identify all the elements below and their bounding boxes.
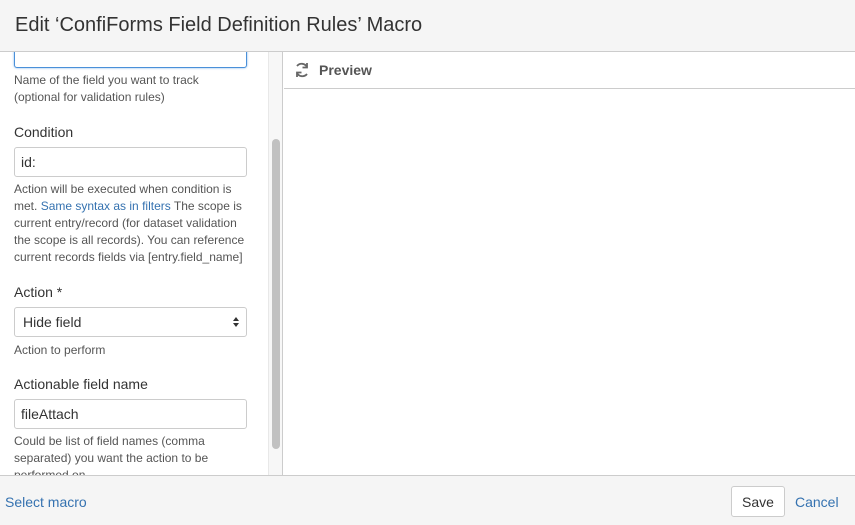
scrollbar-thumb[interactable] bbox=[272, 139, 280, 449]
condition-help-line3: current entry/record (for dataset valida… bbox=[14, 216, 237, 230]
condition-help-line4: the scope is all records). You can refer… bbox=[14, 233, 245, 247]
refresh-icon[interactable] bbox=[294, 62, 310, 78]
action-selected-value: Hide field bbox=[23, 314, 82, 330]
action-label: Action * bbox=[14, 284, 63, 300]
actionable-field-help: Could be list of field names (comma sepa… bbox=[14, 433, 254, 475]
condition-help-line5: current records fields via [entry.field_… bbox=[14, 250, 243, 264]
dialog-title: Edit ‘ConfiForms Field Definition Rules’… bbox=[15, 14, 423, 36]
condition-help-prefix: met. bbox=[14, 199, 38, 213]
condition-help-line1: Action will be executed when condition i… bbox=[14, 182, 232, 196]
select-macro-link[interactable]: Select macro bbox=[5, 494, 87, 510]
same-syntax-link[interactable]: Same syntax as in filters bbox=[41, 199, 171, 213]
condition-help: Action will be executed when condition i… bbox=[14, 181, 254, 266]
condition-input[interactable]: id: bbox=[14, 147, 247, 177]
condition-help-suffix: The scope is bbox=[173, 199, 242, 213]
cancel-link[interactable]: Cancel bbox=[795, 494, 839, 510]
condition-help-line2: met. Same syntax as in filters The scope… bbox=[14, 198, 254, 215]
save-button[interactable]: Save bbox=[731, 486, 785, 517]
field-name-help: Name of the field you want to track (opt… bbox=[14, 72, 254, 106]
macro-parameters-panel: Name of the field you want to track (opt… bbox=[0, 52, 283, 475]
preview-bar[interactable]: Preview bbox=[284, 52, 855, 89]
field-name-help-line2: (optional for validation rules) bbox=[14, 90, 165, 104]
preview-panel: Preview bbox=[284, 52, 855, 475]
select-arrows-icon bbox=[233, 317, 239, 327]
actionable-field-help-line2: separated) you want the action to be bbox=[14, 451, 209, 465]
parameters-scroll-area: Name of the field you want to track (opt… bbox=[0, 52, 268, 475]
dialog-header: Edit ‘ConfiForms Field Definition Rules’… bbox=[0, 0, 855, 52]
dialog-footer: Select macro Save Cancel bbox=[0, 475, 855, 525]
action-help: Action to perform bbox=[14, 343, 106, 357]
preview-label: Preview bbox=[319, 62, 372, 78]
actionable-field-help-line1: Could be list of field names (comma bbox=[14, 434, 205, 448]
parameters-scrollbar[interactable] bbox=[268, 52, 282, 475]
field-name-help-line1: Name of the field you want to track bbox=[14, 73, 199, 87]
field-name-input[interactable] bbox=[14, 52, 247, 68]
action-select[interactable]: Hide field bbox=[14, 307, 247, 337]
actionable-field-input[interactable]: fileAttach bbox=[14, 399, 247, 429]
condition-label: Condition bbox=[14, 124, 74, 140]
actionable-field-help-line3: performed on bbox=[14, 468, 86, 475]
actionable-field-label: Actionable field name bbox=[14, 376, 148, 392]
